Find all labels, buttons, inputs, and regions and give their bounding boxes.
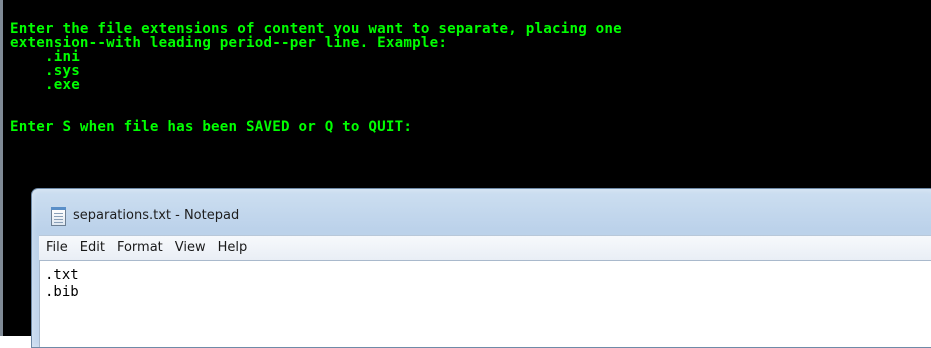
notepad-icon <box>51 207 66 226</box>
console-line: Enter the file extensions of content you… <box>10 21 622 37</box>
text-editor-area[interactable]: .txt .bib <box>39 260 931 347</box>
console-output: Enter the file extensions of content you… <box>10 22 622 134</box>
menu-view[interactable]: View <box>169 237 212 259</box>
menu-file[interactable]: File <box>39 237 74 259</box>
editor-content[interactable]: .txt .bib <box>45 267 79 301</box>
menu-help[interactable]: Help <box>212 237 254 259</box>
console-line: .exe <box>10 77 80 93</box>
menu-edit[interactable]: Edit <box>74 237 111 259</box>
editor-line: .bib <box>45 284 79 300</box>
console-line: .ini <box>10 49 80 65</box>
console-line: .sys <box>10 63 80 79</box>
console-line: extension--with leading period--per line… <box>10 35 448 51</box>
notepad-window[interactable]: separations.txt - Notepad File Edit Form… <box>31 188 931 348</box>
console-prompt: Enter S when file has been SAVED or Q to… <box>10 119 413 135</box>
menu-format[interactable]: Format <box>111 237 169 259</box>
window-title: separations.txt - Notepad <box>73 208 240 223</box>
editor-line: .txt <box>45 267 79 283</box>
notepad-titlebar[interactable]: separations.txt - Notepad <box>32 189 931 233</box>
menu-bar: File Edit Format View Help <box>39 235 931 260</box>
